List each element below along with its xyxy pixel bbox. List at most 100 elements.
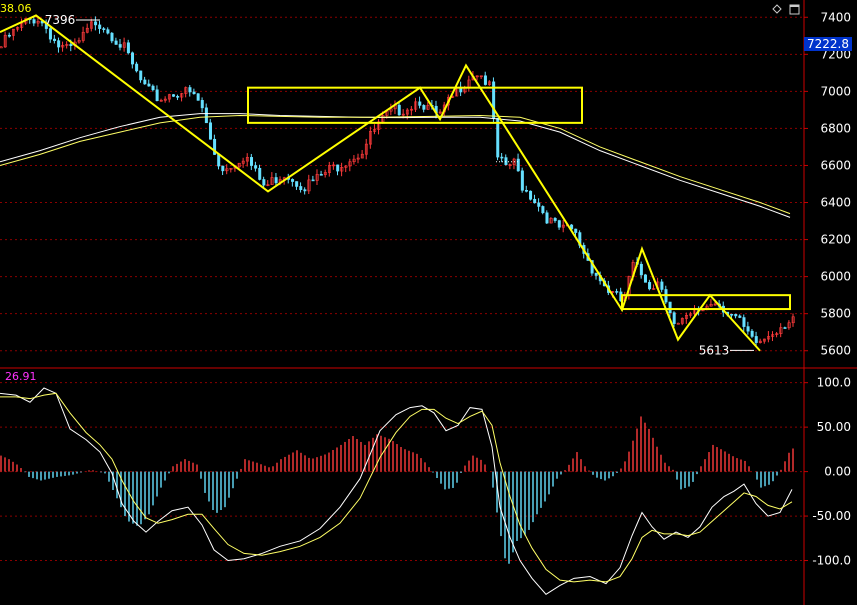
candle: [660, 279, 664, 293]
candle-body: [172, 94, 176, 97]
candle-body: [131, 52, 135, 65]
candle: [767, 331, 771, 343]
candle: [266, 180, 270, 187]
candle: [65, 41, 69, 49]
candle: [459, 81, 463, 97]
candle: [327, 161, 331, 177]
candle: [488, 80, 492, 86]
candle-body: [106, 29, 110, 34]
candle-body: [615, 291, 619, 293]
candle: [475, 75, 479, 81]
candle: [131, 51, 135, 69]
candle: [791, 313, 795, 327]
price-tick-label: 6400: [820, 196, 851, 210]
candle-body: [274, 177, 278, 184]
candle: [291, 178, 295, 187]
candle: [299, 182, 303, 193]
candle: [783, 326, 787, 329]
candle: [311, 175, 315, 182]
oscillator-line: [0, 392, 793, 583]
candle: [393, 100, 397, 115]
candle: [188, 85, 192, 97]
candle: [672, 311, 676, 328]
candle: [110, 32, 114, 44]
candle: [496, 117, 500, 161]
candle-body: [299, 186, 303, 190]
candle-body: [204, 107, 208, 124]
candle-body: [250, 157, 254, 166]
candle: [685, 312, 689, 324]
candle: [81, 26, 85, 43]
candle-body: [155, 89, 159, 102]
candle: [389, 103, 393, 116]
candle: [20, 18, 24, 32]
candle: [303, 187, 307, 195]
candle-body: [143, 79, 147, 85]
candle: [0, 45, 3, 49]
candle: [467, 75, 471, 92]
candle-body: [7, 34, 11, 37]
candle-body: [533, 198, 537, 204]
candle: [89, 18, 93, 32]
candle: [114, 37, 118, 45]
candle: [180, 92, 184, 102]
candle: [122, 37, 126, 52]
candle: [553, 217, 557, 223]
candle: [221, 165, 225, 176]
candle: [483, 71, 487, 86]
candle-body: [57, 40, 61, 48]
candle: [648, 279, 652, 291]
osc-tick-label: -50.00: [812, 509, 851, 523]
candle-body: [200, 100, 204, 109]
candle: [529, 190, 533, 201]
candle-body: [574, 228, 578, 233]
candle: [520, 167, 524, 193]
candle: [139, 70, 143, 83]
window-icon[interactable]: [789, 4, 800, 15]
candle: [167, 93, 171, 103]
candle-body: [114, 40, 118, 45]
candle: [254, 161, 258, 172]
diamond-icon[interactable]: [772, 4, 782, 14]
candle-body: [311, 179, 315, 182]
candle: [377, 119, 381, 135]
candle: [61, 41, 65, 52]
candle-body: [541, 206, 545, 214]
extreme-label: 5613: [699, 343, 730, 357]
osc-tick-label: 100.0: [817, 376, 851, 390]
candle: [360, 150, 364, 159]
candle-body: [418, 101, 422, 106]
candle-body: [53, 38, 57, 41]
candle: [734, 313, 738, 319]
candle: [126, 39, 130, 55]
osc-tick-label: 50.00: [817, 420, 851, 434]
candle-body: [176, 96, 180, 98]
candle-body: [639, 263, 643, 276]
candle-body: [258, 167, 262, 180]
candle: [373, 124, 377, 135]
candle: [750, 328, 754, 339]
candle: [639, 261, 643, 279]
extreme-label: 7396: [45, 13, 76, 27]
candle: [163, 96, 167, 103]
candle-body: [742, 317, 746, 327]
candle: [147, 79, 151, 87]
candle: [561, 219, 565, 233]
candle-body: [660, 281, 664, 290]
candle-body: [126, 42, 130, 54]
candle: [151, 84, 155, 92]
candle-body: [746, 326, 750, 332]
candle-body: [520, 170, 524, 191]
candle: [192, 88, 196, 95]
oscillator-panel: [0, 387, 794, 595]
candle: [758, 338, 762, 344]
candle-body: [754, 336, 758, 343]
candle: [414, 97, 418, 112]
candle: [410, 106, 414, 116]
candle: [676, 322, 680, 325]
candle: [176, 94, 180, 101]
candle-body: [643, 274, 647, 283]
candle: [340, 162, 344, 177]
candle-body: [738, 315, 742, 318]
trading-chart: 7396 5613 5600 5800 6000 6200 6400 6600 6800 700…: [0, 0, 857, 605]
